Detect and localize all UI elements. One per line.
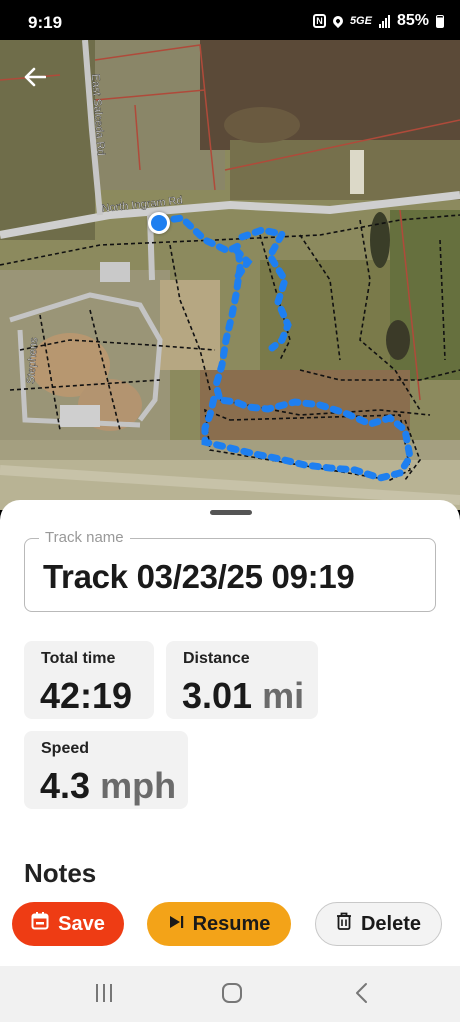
save-button[interactable]: Save <box>12 902 124 946</box>
nav-back-icon[interactable] <box>352 982 372 1004</box>
current-location-icon <box>148 212 170 234</box>
signal-icon <box>378 14 390 28</box>
resume-label: Resume <box>192 912 271 935</box>
dirt-lot <box>160 280 220 370</box>
map-view[interactable]: East Salceda Rd North Ingram Rd Stephens <box>0 40 460 510</box>
home-icon[interactable] <box>222 983 242 1003</box>
network-type-label: 5G <box>349 15 365 27</box>
track-name-input[interactable]: Track 03/23/25 09:19 <box>43 558 355 596</box>
nfc-icon: N <box>312 14 326 28</box>
track-name-field[interactable]: Track name Track 03/23/25 09:19 <box>24 529 436 612</box>
status-bar: 9:19 N 5GE 85% <box>0 0 460 40</box>
resume-play-icon <box>168 913 184 936</box>
stat-label-total-time: Total time <box>41 650 116 667</box>
stat-value-speed: 4.3 mph <box>40 765 176 807</box>
speed-unit: mph <box>100 765 177 806</box>
building-1 <box>100 262 130 282</box>
satellite-map[interactable]: East Salceda Rd North Ingram Rd Stephens <box>0 40 460 510</box>
track-details-sheet: Track name Track 03/23/25 09:19 Total ti… <box>0 500 460 966</box>
stat-value-total-time: 42:19 <box>40 675 132 717</box>
save-label: Save <box>58 912 105 935</box>
track-name-label: Track name <box>39 529 130 546</box>
building-3 <box>350 150 364 194</box>
stat-card-distance: Distance 3.01 mi <box>166 641 318 719</box>
sheet-drag-handle[interactable] <box>210 510 252 515</box>
field-northeast <box>230 140 460 200</box>
tree-cluster <box>224 107 300 143</box>
battery-percent: 85% <box>396 12 429 29</box>
battery-icon <box>436 14 444 28</box>
resume-button[interactable]: Resume <box>147 902 291 946</box>
notes-heading: Notes <box>24 858 97 888</box>
location-icon <box>330 13 346 29</box>
network-type: 5GE <box>350 15 372 27</box>
stat-label-speed: Speed <box>41 740 90 757</box>
status-icons: N 5GE 85% <box>312 12 444 30</box>
stat-label-distance: Distance <box>183 650 250 667</box>
stat-card-total-time: Total time 42:19 <box>24 641 154 719</box>
delete-button[interactable]: Delete <box>315 902 442 946</box>
distance-unit: mi <box>262 675 305 716</box>
calendar-save-icon <box>31 912 49 936</box>
pond-2 <box>386 320 410 360</box>
system-nav-bar <box>0 966 460 1022</box>
delete-label: Delete <box>360 912 422 935</box>
distance-number: 3.01 <box>182 675 253 716</box>
speed-number: 4.3 <box>40 765 91 806</box>
stat-card-speed: Speed 4.3 mph <box>24 731 188 809</box>
status-time: 9:19 <box>28 13 63 32</box>
pond-1 <box>370 212 390 268</box>
trash-icon <box>336 912 352 936</box>
recents-icon[interactable] <box>94 984 114 1002</box>
network-type-suffix: E <box>364 15 372 27</box>
stat-value-distance: 3.01 mi <box>182 675 304 717</box>
back-arrow-icon[interactable] <box>18 60 52 94</box>
building-2 <box>60 405 100 427</box>
total-time-number: 42:19 <box>40 675 133 716</box>
